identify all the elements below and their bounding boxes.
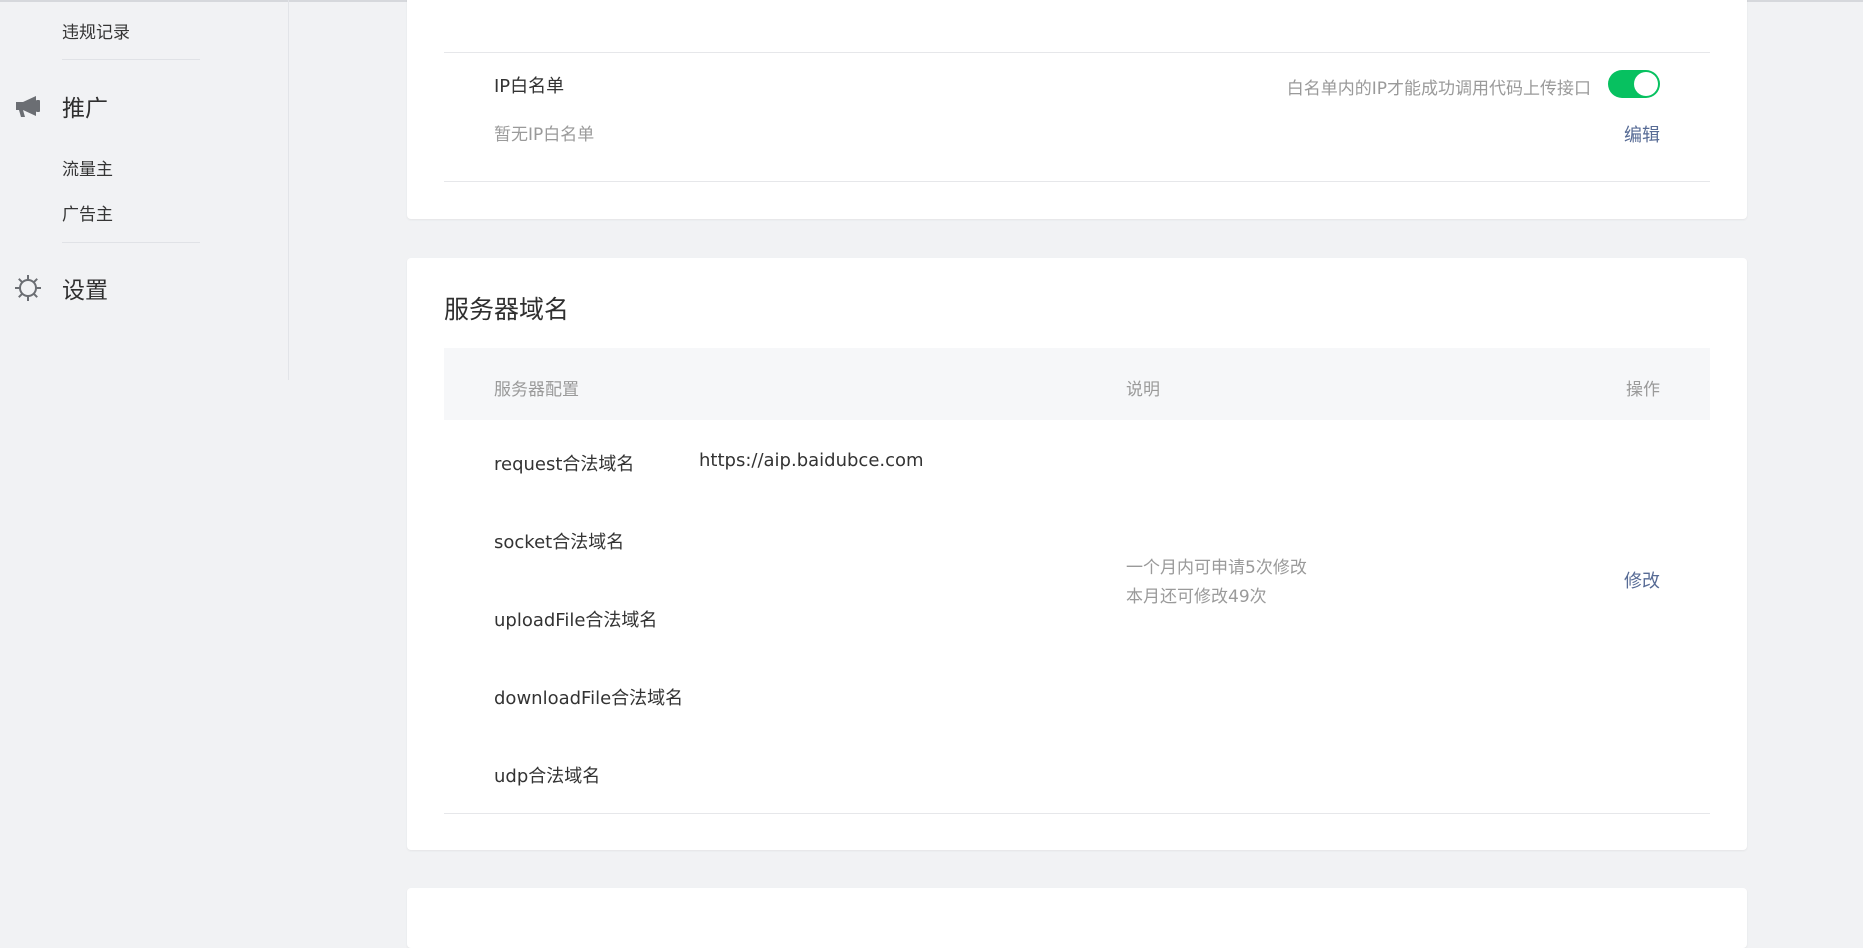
domain-row-name: udp合法域名 (494, 766, 601, 787)
megaphone-icon (14, 92, 42, 120)
modify-domains-link[interactable]: 修改 (1624, 567, 1660, 593)
domain-row-name: uploadFile合法域名 (494, 610, 658, 631)
sidebar-section-settings[interactable]: 设置 (14, 271, 108, 305)
domain-row-name: request合法域名 (494, 454, 635, 475)
row-divider (444, 813, 1710, 814)
toggle-knob (1634, 72, 1658, 96)
sidebar-section-promotion[interactable]: 推广 (14, 89, 108, 123)
ip-whitelist-empty-text: 暂无IP白名单 (494, 125, 595, 145)
sidebar-item-traffic-owner[interactable]: 流量主 (62, 155, 113, 180)
sidebar: 违规记录 推广 流量主 广告主 设置 (0, 0, 289, 380)
sidebar-divider (62, 59, 200, 60)
domain-row-value: https://aip.baidubce.com (699, 450, 924, 471)
gear-icon (14, 274, 42, 302)
edit-whitelist-link[interactable]: 编辑 (1624, 121, 1660, 147)
domain-row-name: downloadFile合法域名 (494, 688, 684, 709)
sidebar-item-violation-record[interactable]: 违规记录 (62, 18, 130, 43)
server-domain-card: 服务器域名 服务器配置 说明 操作 request合法域名 https://ai… (407, 258, 1747, 850)
card-title: 服务器域名 (444, 295, 570, 324)
row-divider (444, 52, 1710, 53)
column-header-config: 服务器配置 (494, 380, 579, 400)
sidebar-divider (62, 242, 200, 243)
table-header: 服务器配置 说明 操作 (444, 348, 1710, 420)
sidebar-item-advertiser[interactable]: 广告主 (62, 200, 113, 225)
next-card (407, 888, 1747, 948)
description-line: 一个月内可申请5次修改 (1126, 558, 1307, 578)
sidebar-section-label: 推广 (62, 96, 108, 122)
ip-whitelist-card: ··· ·· · ··· · IP白名单 白名单内的IP才能成功调用代码上传接口… (407, 0, 1747, 219)
domain-row-name: socket合法域名 (494, 532, 625, 553)
ip-whitelist-title: IP白名单 (494, 76, 565, 97)
ip-whitelist-hint: 白名单内的IP才能成功调用代码上传接口 (1286, 79, 1591, 99)
row-divider (444, 181, 1710, 182)
description-line: 本月还可修改49次 (1126, 587, 1267, 607)
sidebar-section-label: 设置 (62, 278, 108, 304)
column-header-action: 操作 (1626, 380, 1660, 400)
column-header-description: 说明 (1126, 380, 1160, 400)
ip-whitelist-toggle[interactable] (1608, 70, 1660, 98)
